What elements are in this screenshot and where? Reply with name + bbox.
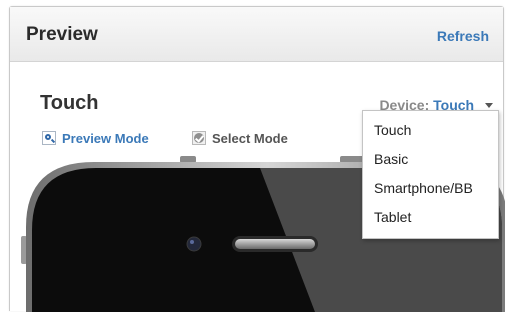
checkmark-icon (192, 131, 206, 145)
caret-down-icon (485, 103, 493, 108)
preview-mode-button[interactable]: Preview Mode (42, 129, 149, 147)
top-button (180, 156, 196, 163)
device-heading: Touch (40, 92, 99, 114)
select-mode-button[interactable]: Select Mode (192, 129, 288, 147)
device-option-tablet[interactable]: Tablet (363, 203, 498, 232)
panel-header: Preview Refresh (10, 7, 503, 62)
device-dropdown: Touch Basic Smartphone/BB Tablet (362, 110, 499, 239)
panel-title: Preview (26, 24, 98, 45)
magnifier-icon (42, 131, 56, 145)
device-option-basic[interactable]: Basic (363, 145, 498, 174)
camera-icon (186, 236, 202, 252)
select-mode-label: Select Mode (212, 130, 288, 146)
preview-mode-label: Preview Mode (62, 130, 149, 146)
device-option-touch[interactable]: Touch (363, 116, 498, 145)
device-option-smartphone[interactable]: Smartphone/BB (363, 174, 498, 203)
refresh-link[interactable]: Refresh (437, 28, 489, 44)
